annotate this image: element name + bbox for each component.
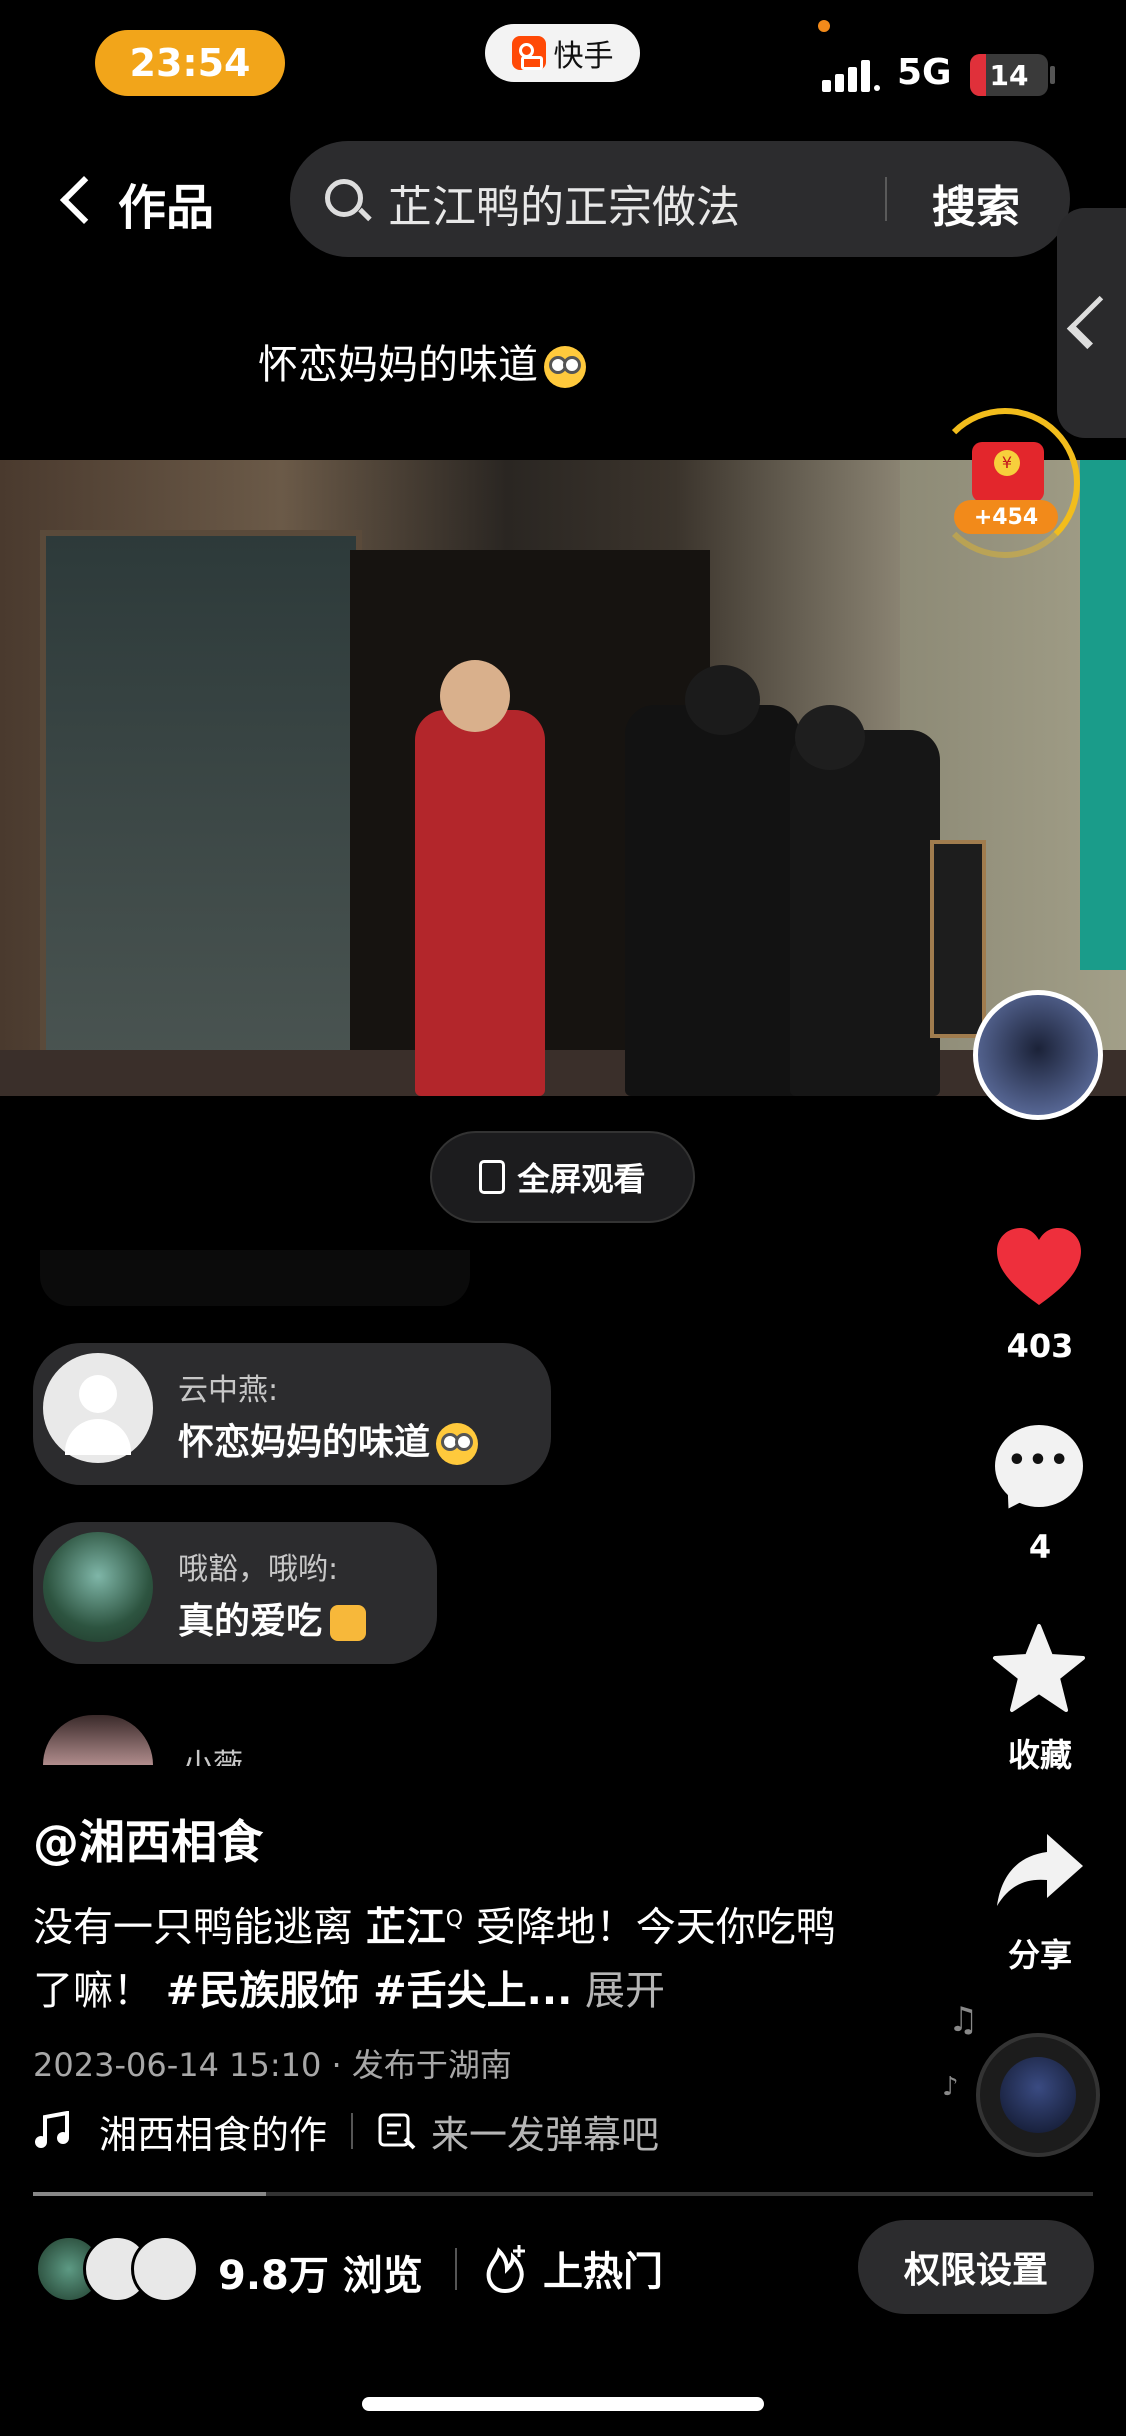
promote-label: 上热门	[543, 2249, 663, 2295]
flushed-emoji-icon	[544, 346, 586, 388]
location-link[interactable]: 芷江	[366, 1904, 446, 1950]
flushed-emoji-icon	[436, 1423, 479, 1465]
music-note-icon	[35, 2111, 69, 2148]
share-arrow-icon[interactable]	[995, 1830, 1085, 1910]
network-type: 5G	[897, 52, 952, 93]
video-scene-teal-wall	[1080, 460, 1126, 970]
flame-plus-icon	[486, 2245, 525, 2293]
comment-text-content: 真的爱吃	[178, 1601, 323, 1642]
fullscreen-label: 全屏观看	[517, 1160, 646, 1198]
video-scene-ground	[0, 1050, 1126, 1096]
author-avatar[interactable]	[973, 990, 1103, 1120]
video-caption-text: 怀恋妈妈的味道	[258, 342, 538, 388]
red-envelope-reward[interactable]: ¥ +454	[930, 408, 1080, 558]
video-player[interactable]	[0, 460, 1126, 1096]
hashtags[interactable]: #民族服饰 #舌尖上...	[166, 1968, 573, 2014]
video-person-2-head	[685, 665, 760, 735]
reward-points: +454	[954, 500, 1058, 534]
recording-dot-icon	[818, 20, 830, 32]
search-divider	[885, 177, 887, 221]
viewer-avatar	[131, 2235, 199, 2303]
viewer-avatars	[35, 2235, 199, 2303]
comment-bubble[interactable]: 哦豁，哦哟: 真的爱吃	[33, 1522, 437, 1664]
favorite-star-icon[interactable]	[992, 1622, 1086, 1716]
view-count[interactable]: 9.8万 浏览	[218, 2243, 423, 2301]
signal-icon	[822, 60, 880, 92]
kuaishou-logo-icon	[511, 36, 546, 70]
comment-avatar	[43, 1353, 153, 1463]
music-row-divider	[351, 2113, 354, 2149]
comment-avatar	[43, 1715, 153, 1765]
video-person-1-head	[440, 660, 510, 732]
back-button[interactable]	[55, 170, 105, 230]
music-title: 湘西相食的作	[99, 2112, 328, 2157]
like-heart-icon[interactable]	[995, 1225, 1083, 1313]
video-progress-bar[interactable]	[33, 2192, 1093, 2196]
promote-button[interactable]: 上热门	[485, 2236, 663, 2300]
author-name[interactable]: @湘西相食	[33, 1806, 263, 1872]
search-icon	[325, 179, 363, 217]
comment-bubble[interactable]: 云中燕: 怀恋妈妈的味道	[33, 1343, 551, 1485]
home-indicator[interactable]	[362, 2397, 764, 2411]
video-person-3-head	[795, 705, 865, 770]
comment-text: 真的爱吃	[178, 1592, 367, 1644]
like-count: 403	[1006, 1327, 1074, 1365]
comment-avatar	[43, 1532, 153, 1642]
comment-user: 哦豁，哦哟:	[178, 1552, 339, 1587]
search-button[interactable]: 搜索	[932, 171, 1020, 235]
music-disc-button[interactable]	[976, 2033, 1100, 2157]
fullscreen-button[interactable]: 全屏观看	[430, 1131, 695, 1223]
music-note-icon: ♫	[948, 2000, 979, 2040]
search-bar[interactable]: 芷江鸭的正宗做法 搜索	[290, 141, 1070, 257]
video-person-3	[790, 730, 940, 1096]
faded-comment	[40, 1250, 470, 1306]
video-progress-fill	[33, 2192, 267, 2196]
comment-user: 云中燕:	[178, 1373, 279, 1408]
comment-count: 4	[1028, 1528, 1052, 1566]
post-description[interactable]: 没有一只鸭能逃离 芷江Q 受降地！今天你吃鸭了嘛！ #民族服饰 #舌尖上... …	[33, 1888, 853, 2023]
expand-link[interactable]: 展开	[585, 1968, 665, 2014]
danmaku-icon	[378, 2113, 416, 2150]
back-label[interactable]: 作品	[118, 168, 214, 238]
favorite-label[interactable]: 收藏	[970, 1730, 1110, 1776]
bottom-divider	[455, 2248, 457, 2290]
status-time: 23:54	[95, 30, 285, 96]
rotate-screen-icon	[479, 1160, 506, 1194]
video-person-2	[625, 705, 800, 1096]
app-name: 快手	[553, 39, 614, 74]
video-caption: 怀恋妈妈的味道	[258, 332, 586, 390]
permission-settings-button[interactable]: 权限设置	[858, 2220, 1094, 2314]
music-note-icon: ♪	[942, 2072, 959, 2102]
search-input[interactable]: 芷江鸭的正宗做法	[388, 171, 740, 235]
comment-text-content: 怀恋妈妈的味道	[178, 1422, 431, 1463]
comment-user: 小薇	[183, 1748, 243, 1766]
video-scene-window	[40, 530, 362, 1096]
desc-text: 没有一只鸭能逃离	[33, 1904, 366, 1951]
battery-icon: 14	[970, 54, 1048, 96]
share-label[interactable]: 分享	[970, 1930, 1110, 1976]
video-scene-board	[930, 840, 986, 1038]
post-meta: 2023-06-14 15:10 · 发布于湖南	[33, 2046, 512, 2084]
battery-tip	[1050, 66, 1055, 84]
music-row[interactable]: 湘西相食的作 来一发弹幕吧	[33, 2103, 659, 2159]
danmaku-input[interactable]: 来一发弹幕吧	[431, 2104, 659, 2159]
app-badge[interactable]: 快手	[485, 24, 640, 82]
comment-text: 怀恋妈妈的味道	[178, 1413, 479, 1465]
side-panel-toggle[interactable]	[1057, 208, 1126, 438]
search-hint-icon: Q	[445, 1907, 464, 1932]
thumbs-up-emoji-icon	[330, 1605, 367, 1641]
video-person-1	[415, 710, 545, 1096]
battery-level: 14	[989, 58, 1029, 92]
coin-icon: ¥	[994, 450, 1020, 476]
